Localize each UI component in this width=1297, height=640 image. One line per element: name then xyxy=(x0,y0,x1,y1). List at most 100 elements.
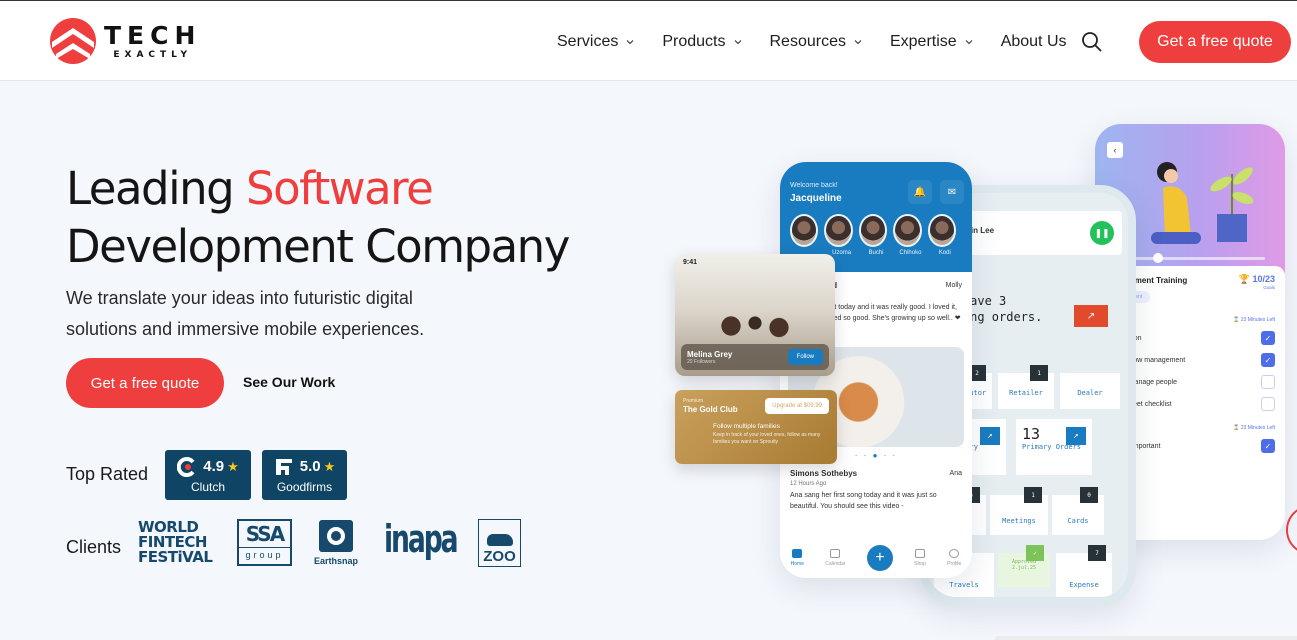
tile-retailer[interactable]: 1 Retailer xyxy=(998,365,1054,409)
tile-count: 1 xyxy=(1030,365,1048,381)
task-checkbox[interactable] xyxy=(1261,397,1275,411)
hero-quote-button[interactable]: Get a free quote xyxy=(66,358,224,408)
client-logo-inapa: inapa xyxy=(384,517,459,561)
main-nav: Services Products Resources Expertise Ab… xyxy=(557,23,1125,61)
task-checkbox[interactable]: ✓ xyxy=(1261,353,1275,367)
nav-item-label: Products xyxy=(662,33,726,50)
nav-item-label: Expertise xyxy=(889,33,957,50)
header-quote-button[interactable]: Get a free quote xyxy=(1139,21,1291,63)
tab-label: Home xyxy=(790,561,804,567)
tile-cards[interactable]: 0 Cards xyxy=(1052,487,1104,535)
nav-item-label: Services xyxy=(557,33,619,50)
tile-date: 2.jul.25 xyxy=(1011,565,1037,571)
client-logo-text: SSA xyxy=(245,522,285,546)
slider-knob[interactable] xyxy=(1152,253,1163,263)
clutch-name: Clutch xyxy=(190,479,225,494)
tile-primary-orders[interactable]: 13 ↗ Primary Orders xyxy=(1016,419,1092,475)
task-checkbox[interactable]: ✓ xyxy=(1261,331,1275,345)
hippo-icon xyxy=(486,534,513,546)
search-icon[interactable] xyxy=(1081,31,1103,53)
chevron-down-icon xyxy=(854,40,862,45)
tab-home[interactable]: Home xyxy=(791,549,804,567)
hero-title: Leading Software Development Company xyxy=(66,160,570,276)
back-icon: ‹ xyxy=(1107,142,1123,158)
pause-icon[interactable]: ❚❚ xyxy=(1090,221,1114,245)
follow-button[interactable]: Follow xyxy=(787,349,823,365)
story-avatar[interactable] xyxy=(790,214,819,247)
hero-title-accent: Software xyxy=(246,162,434,215)
logo-chevron-icon xyxy=(50,18,96,64)
chevron-down-icon xyxy=(734,40,741,45)
goals-label: Goals xyxy=(1263,285,1275,290)
feature-title: Follow multiple families xyxy=(713,423,780,430)
tab-calendar[interactable]: Calendar xyxy=(825,549,846,567)
story-avatar[interactable] xyxy=(927,214,957,247)
tile-meetings[interactable]: 1 Meetings xyxy=(990,487,1048,535)
see-our-work-link[interactable]: See Our Work xyxy=(243,374,335,390)
tab-profile[interactable]: Profile xyxy=(947,549,961,567)
logo-wordmark-top: TECH xyxy=(104,20,202,50)
brand-logo[interactable]: TECH EXACTLY xyxy=(50,18,201,64)
story-name: Buchi xyxy=(868,250,884,256)
tile-count: 7 xyxy=(1088,545,1106,561)
story-avatar[interactable] xyxy=(858,214,888,247)
hero-subtitle: We translate your ideas into futuristic … xyxy=(66,288,425,339)
check-icon: ✓ xyxy=(1026,545,1044,561)
clutch-score: 4.9 xyxy=(203,458,225,475)
goodfirms-logo-icon xyxy=(275,458,292,475)
tile-expense[interactable]: 7 Expense xyxy=(1056,545,1112,597)
feed-post: Ana Simons Sothebys 12 Hours Ago Ana san… xyxy=(780,460,972,520)
goodfirms-badge[interactable]: 5.0 ★ Goodfirms xyxy=(262,450,347,500)
trophy-icon: 🏆 xyxy=(1238,274,1253,284)
tile-count: 1 xyxy=(1024,487,1042,503)
add-button[interactable]: + xyxy=(866,545,893,571)
nav-item-label: Resources xyxy=(769,33,846,50)
gold-club-card: Premium The Gold Club Upgrade at $09.99 … xyxy=(675,390,837,464)
nav-item-resources[interactable]: Resources xyxy=(770,33,862,51)
top-rated-label: Top Rated xyxy=(66,464,149,484)
tile-label: Meetings xyxy=(1002,517,1036,525)
nav-item-products[interactable]: Products xyxy=(662,33,741,51)
messenger-icon[interactable]: ✉ xyxy=(940,180,964,204)
tile-count: 0 xyxy=(1080,487,1098,503)
home-icon xyxy=(792,549,803,558)
client-logo-ssa-group: SSA group xyxy=(237,519,292,566)
upgrade-button[interactable]: Upgrade at $09.99 xyxy=(765,398,829,414)
task-checkbox[interactable]: ✓ xyxy=(1261,439,1275,453)
star-icon: ★ xyxy=(227,458,239,474)
stories-row xyxy=(790,214,962,247)
story-avatar[interactable] xyxy=(824,214,853,247)
story-name: Kodi xyxy=(938,250,951,256)
tile-label: Retailer xyxy=(1009,389,1043,397)
story-avatar[interactable] xyxy=(893,214,922,247)
client-logo-earthsnap: Earthsnap xyxy=(314,520,358,566)
profile-icon xyxy=(949,549,960,558)
video-progress-slider[interactable] xyxy=(1115,253,1265,263)
tile-label: Expense xyxy=(1069,581,1099,589)
arrow-up-right-icon[interactable]: ↗ xyxy=(1074,305,1108,327)
arrow-up-right-icon: ↗ xyxy=(980,427,1000,445)
feature-description: Keep in track of your loved ones, follow… xyxy=(713,432,821,445)
tile-label: Cards xyxy=(1067,517,1089,525)
nav-item-about-us[interactable]: About Us xyxy=(1001,33,1067,51)
tab-label: Shop xyxy=(914,561,926,567)
clutch-badge[interactable]: 4.9 ★ Clutch xyxy=(165,450,251,500)
time-left-text: 23 Minutes Left xyxy=(1240,425,1275,431)
bell-icon[interactable]: 🔔 xyxy=(908,180,932,204)
app-mockups-collage: ‹ Management Training 🏆 10/23 Goals ⌛ 23… xyxy=(670,120,1297,640)
arrow-up-right-icon: ↗ xyxy=(1066,427,1086,445)
post-time: 12 Hours Ago xyxy=(790,481,827,487)
client-logo-text: FESTiVAL xyxy=(138,548,213,566)
chevron-down-icon xyxy=(965,40,973,45)
profile-name: Melina Grey xyxy=(687,349,733,359)
tab-shop[interactable]: Shop xyxy=(914,549,926,567)
nav-item-expertise[interactable]: Expertise xyxy=(890,33,973,51)
nav-item-services[interactable]: Services xyxy=(557,33,634,51)
hero-title-line2: Development Company xyxy=(66,220,570,273)
time-left-text: 23 Minutes Left xyxy=(1240,317,1275,323)
bottom-tab-bar: Home Calendar + Shop Profile xyxy=(780,538,972,578)
follower-count: 20 Followers xyxy=(687,358,716,365)
tile-approved[interactable]: ✓ Approved 2.jul.25 xyxy=(998,545,1050,587)
task-checkbox[interactable] xyxy=(1261,375,1275,389)
tile-dealer[interactable]: Dealer xyxy=(1060,373,1120,409)
